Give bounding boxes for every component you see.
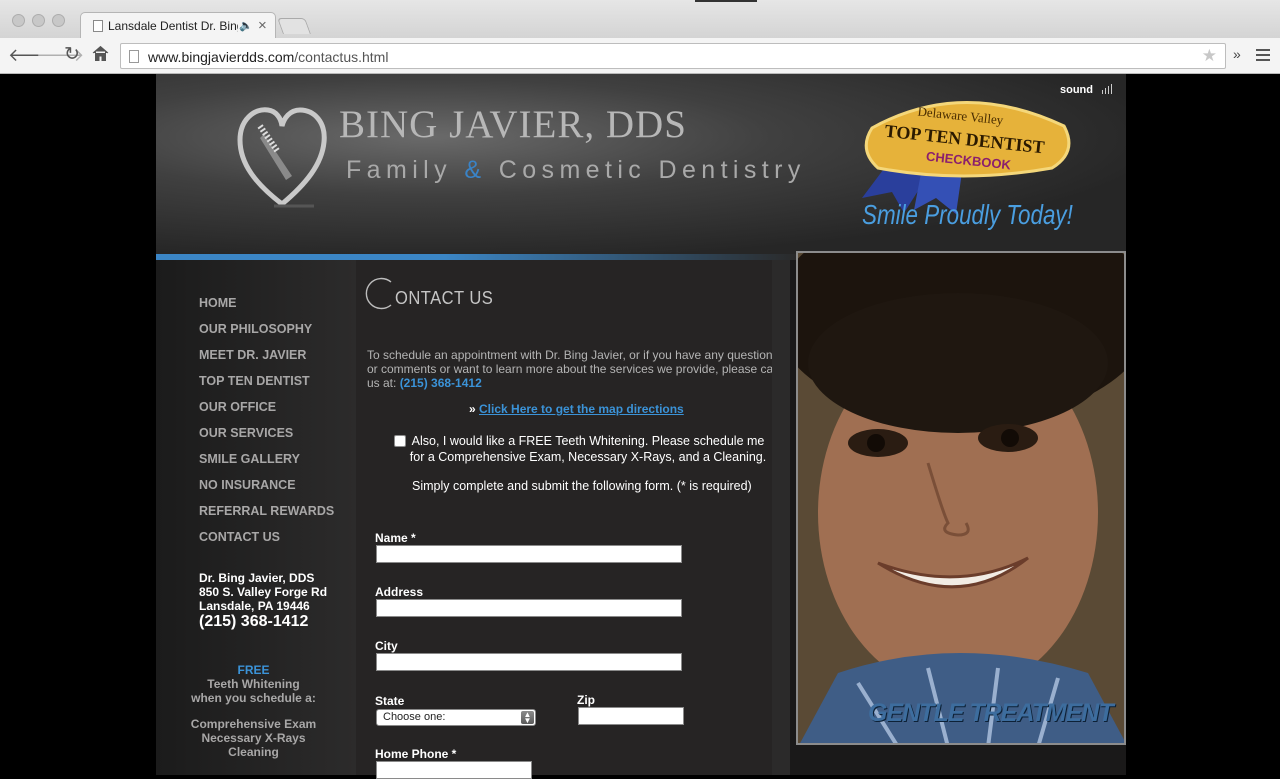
address-label: Address: [375, 585, 424, 599]
state-label: State: [375, 694, 405, 708]
content-edge-shadow: [772, 260, 790, 775]
tagline: Smile Proudly Today!: [862, 199, 1073, 230]
window-top-divider: [695, 0, 757, 2]
url-path: /contactus.html: [294, 49, 389, 65]
close-window-button[interactable]: [12, 14, 25, 27]
brand-ampersand: &: [464, 156, 487, 184]
page-title-initial: C: [365, 276, 392, 310]
nav-item-our-office[interactable]: OUR OFFICE: [199, 400, 276, 414]
main-content: C ONTACT US To schedule an appointment w…: [356, 260, 779, 779]
tab-close-icon[interactable]: ×: [258, 17, 267, 34]
page-icon: [129, 50, 139, 63]
intro-paragraph: To schedule an appointment with Dr. Bing…: [367, 348, 787, 390]
page-viewport: BING JAVIER, DDS Family & Cosmetic Denti…: [0, 74, 1280, 779]
promo-line2: when you schedule a:: [191, 691, 316, 705]
url-text[interactable]: www.bingjavierdds.com/contactus.html: [148, 49, 388, 65]
browser-toolbar: 🡐 🡒 ↻ www.bingjavierdds.com/contactus.ht…: [0, 38, 1280, 74]
brand-name: BING JAVIER, DDS: [339, 103, 687, 146]
address-phone: (215) 368-1412: [199, 613, 309, 630]
bookmark-star-icon[interactable]: ★: [1202, 46, 1217, 66]
new-tab-button[interactable]: [277, 18, 311, 34]
home-phone-input[interactable]: [376, 761, 532, 779]
page-icon: [93, 20, 103, 32]
state-select[interactable]: Choose one: ▲ ▼: [376, 709, 536, 726]
photo-caption: GENTLE TREATMENT: [868, 699, 1114, 727]
nav-item-meet-dr-javier[interactable]: MEET DR. JAVIER: [199, 348, 306, 362]
tab-title: Lansdale Dentist Dr. Bing Javier: [108, 19, 238, 33]
nav-item-top-ten-dentist[interactable]: TOP TEN DENTIST: [199, 374, 310, 388]
name-label: Name *: [375, 531, 416, 545]
map-prefix: »: [469, 402, 480, 416]
sound-bars-icon[interactable]: [1102, 84, 1112, 94]
map-directions: » Click Here to get the map directions: [469, 402, 684, 416]
nav-item-home[interactable]: HOME: [199, 296, 237, 310]
smiling-boy-photo: GENTLE TREATMENT: [796, 251, 1126, 745]
nav-item-no-insurance[interactable]: NO INSURANCE: [199, 478, 296, 492]
state-select-value: Choose one:: [383, 711, 446, 723]
brand-subtitle-part1: Family: [346, 156, 465, 184]
nav-item-smile-gallery[interactable]: SMILE GALLERY: [199, 452, 300, 466]
city-input[interactable]: [376, 653, 682, 671]
required-note: Simply complete and submit the following…: [412, 479, 752, 493]
site-container: BING JAVIER, DDS Family & Cosmetic Denti…: [156, 74, 1126, 779]
address-city: Lansdale, PA 19446: [199, 599, 310, 613]
zip-label: Zip: [577, 693, 595, 707]
site-header: BING JAVIER, DDS Family & Cosmetic Denti…: [156, 74, 1126, 254]
speaker-icon[interactable]: 🔈: [239, 19, 253, 32]
extensions-overflow-icon[interactable]: »: [1233, 46, 1241, 62]
browser-tab[interactable]: Lansdale Dentist Dr. Bing Javier 🔈 ×: [80, 12, 276, 39]
heart-toothbrush-logo: [237, 107, 327, 208]
promo-item-exam: Comprehensive Exam: [190, 717, 317, 731]
reload-icon[interactable]: ↻: [64, 45, 80, 65]
boy-portrait-illustration: [798, 253, 1124, 743]
url-domain: www.bingjavierdds.com: [148, 49, 295, 65]
promo-item-cleaning: Cleaning: [228, 745, 279, 759]
nav-item-our-philosophy[interactable]: OUR PHILOSOPHY: [199, 322, 312, 336]
city-label: City: [375, 639, 398, 653]
hamburger-menu-icon[interactable]: [1256, 49, 1270, 64]
nav-item-contact-us[interactable]: CONTACT US: [199, 530, 280, 544]
page-title: ONTACT US: [395, 288, 494, 308]
browser-tab-bar: Lansdale Dentist Dr. Bing Javier 🔈 ×: [0, 0, 1280, 39]
minimize-window-button[interactable]: [32, 14, 45, 27]
brand-subtitle: Family & Cosmetic Dentistry: [346, 156, 806, 185]
nav-item-our-services[interactable]: OUR SERVICES: [199, 426, 293, 440]
brand-subtitle-part2: Cosmetic Dentistry: [486, 156, 806, 184]
zip-input[interactable]: [578, 707, 684, 725]
address-input[interactable]: [376, 599, 682, 617]
promo-line1: Teeth Whitening: [207, 677, 300, 691]
home-icon[interactable]: [92, 45, 109, 66]
free-whitening-offer: Also, I would like a FREE Teeth Whitenin…: [409, 434, 767, 464]
name-input[interactable]: [376, 545, 682, 563]
address-street: 850 S. Valley Forge Rd: [199, 585, 328, 599]
select-arrows-icon: ▲ ▼: [521, 711, 534, 725]
promo-item-xrays: Necessary X-Rays: [201, 731, 306, 745]
nav-item-referral-rewards[interactable]: REFERRAL REWARDS: [199, 504, 334, 518]
intro-phone: (215) 368-1412: [399, 376, 482, 390]
title-initial-text: C: [365, 276, 366, 277]
zoom-window-button[interactable]: [52, 14, 65, 27]
left-sidebar: HOME OUR PHILOSOPHY MEET DR. JAVIER TOP …: [156, 260, 356, 775]
address-name: Dr. Bing Javier, DDS: [199, 571, 315, 585]
home-phone-label: Home Phone *: [375, 747, 457, 761]
promo-free: FREE: [237, 663, 270, 677]
address-bar[interactable]: www.bingjavierdds.com/contactus.html ★: [120, 43, 1226, 69]
map-directions-link[interactable]: Click Here to get the map directions: [479, 402, 684, 416]
